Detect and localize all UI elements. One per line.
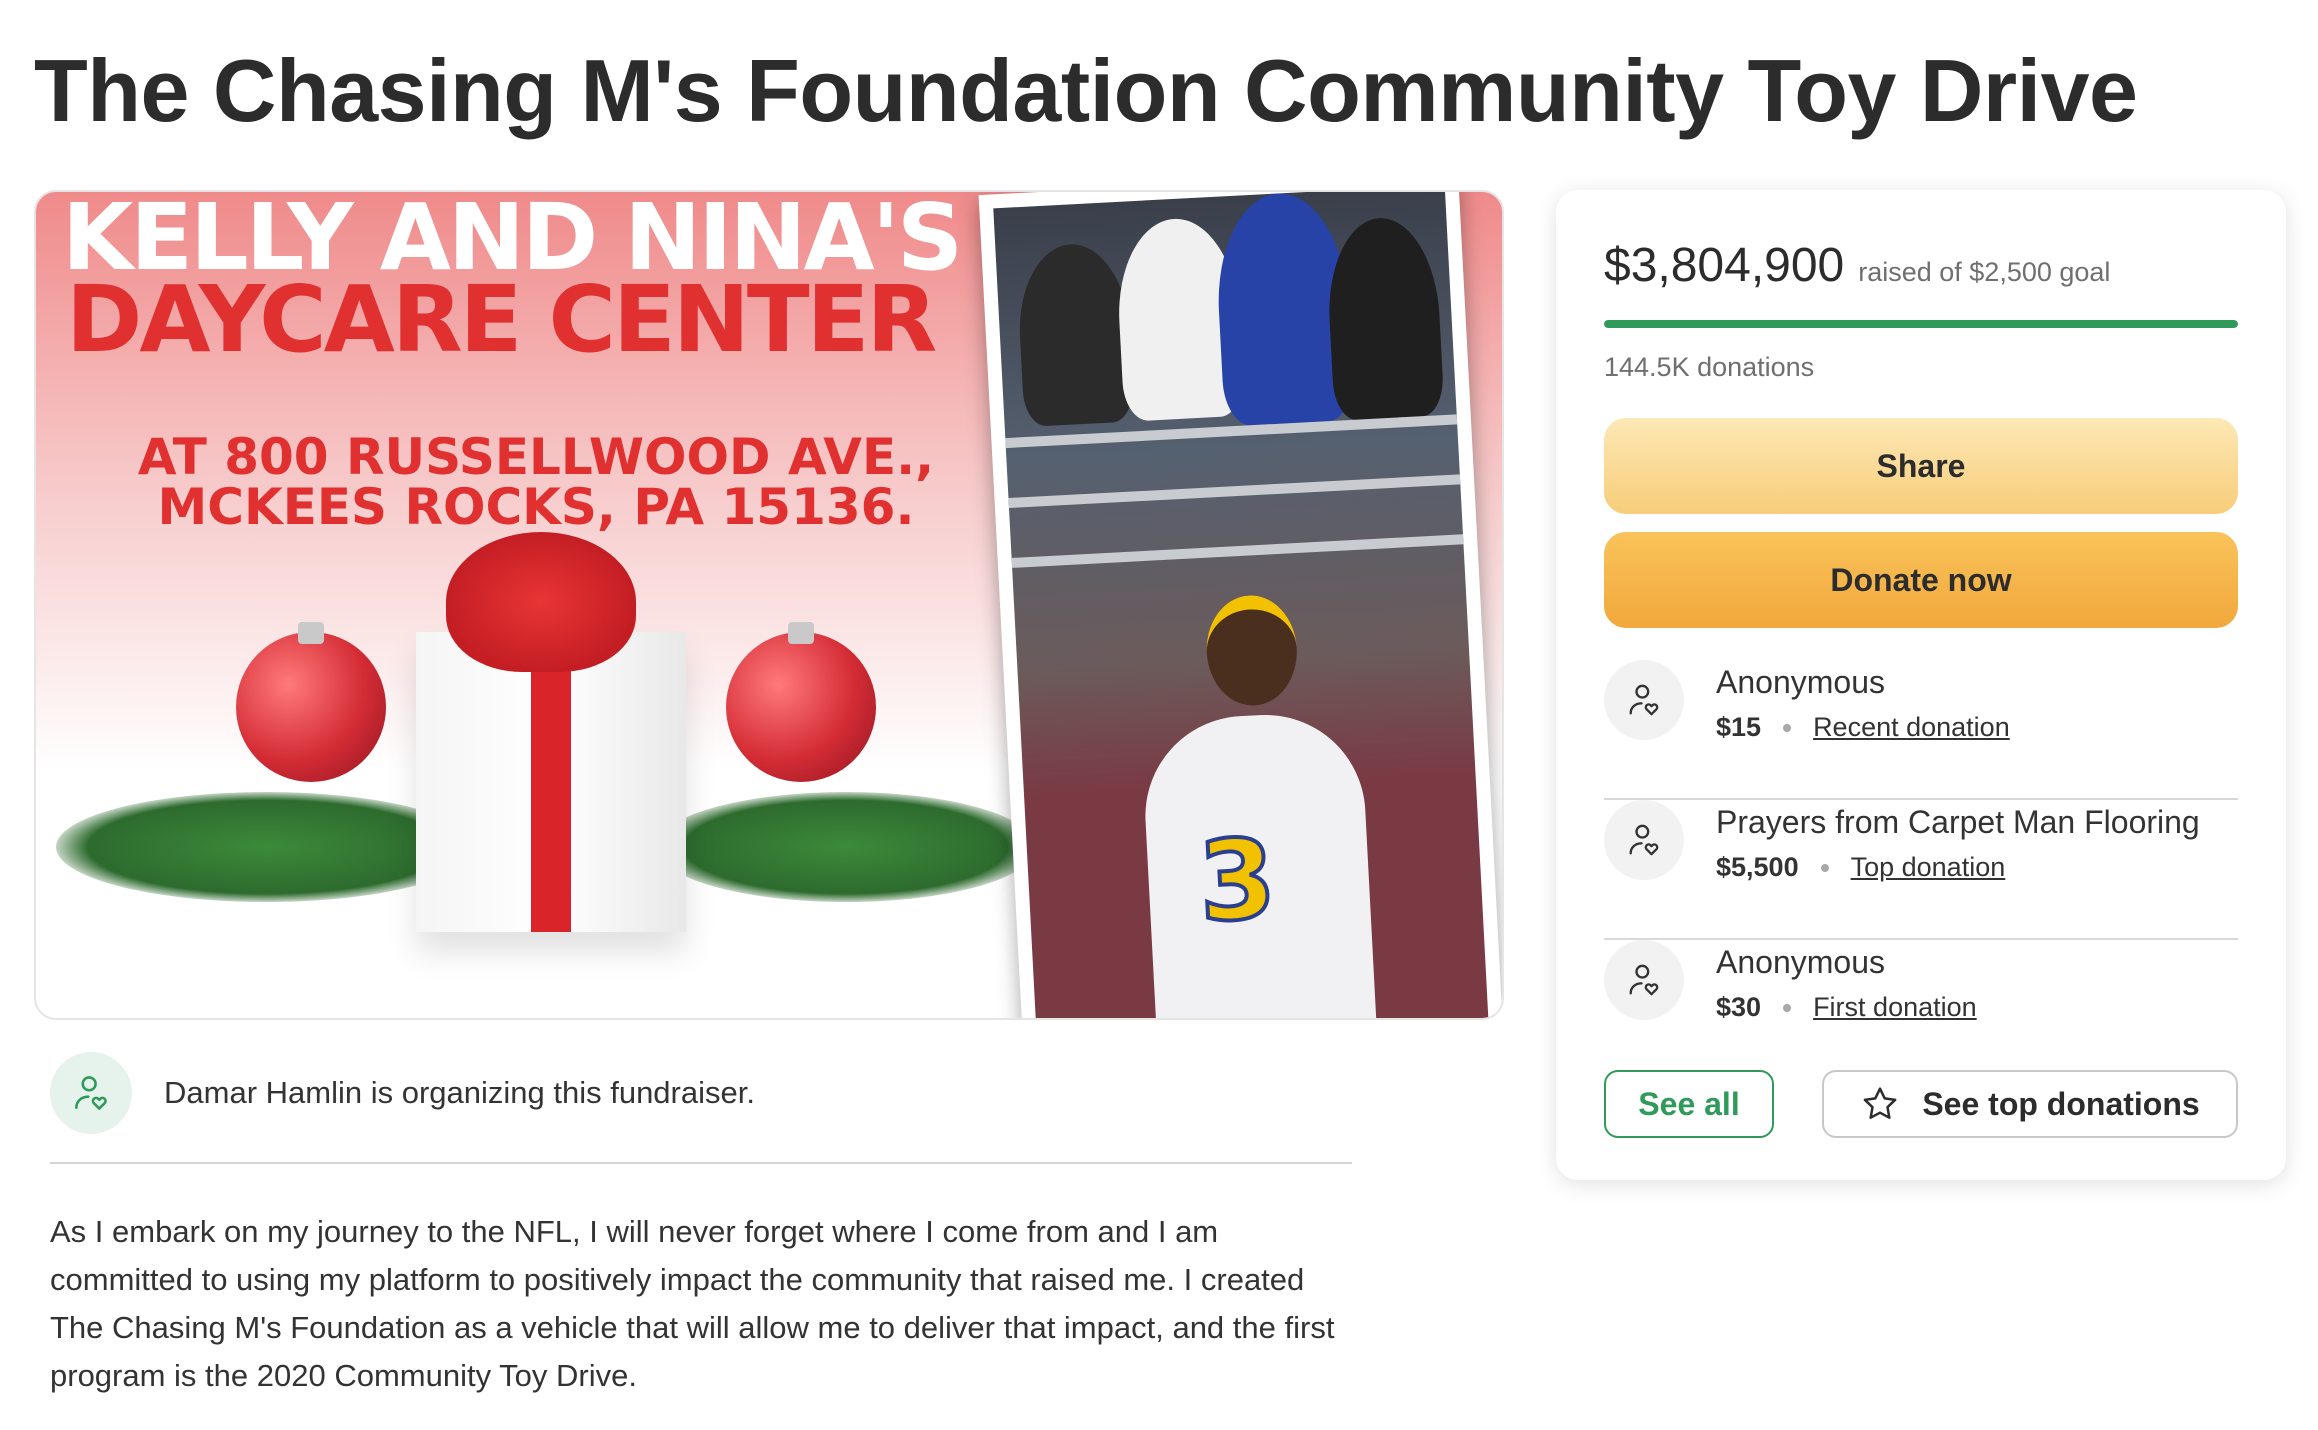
user-heart-icon [1604, 940, 1684, 1020]
donor-item: Anonymous $15 Recent donation [1604, 660, 2238, 800]
gift-box [416, 632, 686, 932]
user-heart-icon [1604, 660, 1684, 740]
separator-dot [1820, 863, 1829, 872]
fan [1015, 241, 1135, 428]
progress-bar [1604, 320, 2238, 328]
donations-count: 144.5K donations [1604, 352, 1815, 382]
donate-now-button[interactable]: Donate now [1604, 532, 2238, 628]
divider [50, 1162, 1352, 1164]
fan [1324, 215, 1445, 421]
see-top-donations-button[interactable]: See top donations [1822, 1070, 2238, 1138]
organizer-text: Damar Hamlin is organizing this fundrais… [164, 1075, 755, 1110]
player-head [1203, 593, 1300, 708]
donor-amount: $5,500 [1716, 852, 1799, 882]
user-heart-icon [1604, 800, 1684, 880]
ornament-right-cap [788, 622, 814, 644]
donor-name: Anonymous [1716, 944, 1885, 980]
story-text: As I embark on my journey to the NFL, I … [50, 1214, 1335, 1393]
hero-photo-scene: 3 [993, 192, 1489, 1018]
ornament-left [236, 632, 386, 782]
donor-name: Anonymous [1716, 664, 1885, 700]
raised-amount: $3,804,900 [1604, 239, 1845, 292]
gift-bow [446, 532, 636, 672]
raised-row: $3,804,900 raised of $2,500 goal [1604, 238, 2110, 293]
donor-tag-link[interactable]: Recent donation [1813, 712, 2010, 743]
see-all-button[interactable]: See all [1604, 1070, 1774, 1138]
user-heart-icon [50, 1052, 132, 1134]
star-icon [1863, 1087, 1897, 1119]
greenery-left [56, 792, 476, 902]
goal-text: raised of $2,500 goal [1858, 257, 2111, 287]
stadium-railing [1008, 474, 1461, 508]
hero-image: KELLY AND NINA'S DAYCARE CENTER AT 800 R… [34, 190, 1504, 1020]
greenery-right [656, 792, 1036, 902]
donor-name: Prayers from Carpet Man Flooring [1716, 804, 2200, 840]
stadium-railing [1011, 534, 1464, 568]
see-top-donations-label: See top donations [1922, 1085, 2200, 1122]
separator-dot [1783, 723, 1792, 732]
donor-tag-link[interactable]: First donation [1813, 992, 1977, 1023]
hero-address: AT 800 RUSSELLWOOD AVE., MCKEES ROCKS, P… [96, 432, 976, 532]
progress-fill [1604, 320, 2238, 328]
donor-amount: $15 [1716, 712, 1762, 742]
donor-meta: $30 First donation [1716, 992, 1977, 1023]
donor-item: Prayers from Carpet Man Flooring $5,500 … [1604, 800, 2238, 940]
hero-photo: 3 [978, 192, 1502, 1018]
donor-amount: $30 [1716, 992, 1762, 1022]
donor-meta: $5,500 Top donation [1716, 852, 2005, 883]
hero-address-line1: AT 800 RUSSELLWOOD AVE., [137, 428, 935, 486]
ornament-left-cap [298, 622, 324, 644]
hero-title-line2: DAYCARE CENTER [66, 266, 937, 373]
organizer: Damar Hamlin is organizing this fundrais… [50, 1052, 755, 1134]
donor-meta: $15 Recent donation [1716, 712, 2010, 743]
hero-address-line2: MCKEES ROCKS, PA 15136. [157, 478, 915, 536]
donation-card: $3,804,900 raised of $2,500 goal 144.5K … [1556, 190, 2286, 1180]
donor-item: Anonymous $30 First donation [1604, 940, 2238, 1040]
page-title: The Chasing M's Foundation Community Toy… [34, 41, 2138, 140]
gift-ribbon [531, 632, 571, 932]
player-number: 3 [1193, 813, 1280, 949]
ornament-right [726, 632, 876, 782]
donor-tag-link[interactable]: Top donation [1851, 852, 2006, 883]
share-button[interactable]: Share [1604, 418, 2238, 514]
separator-dot [1783, 1003, 1792, 1012]
